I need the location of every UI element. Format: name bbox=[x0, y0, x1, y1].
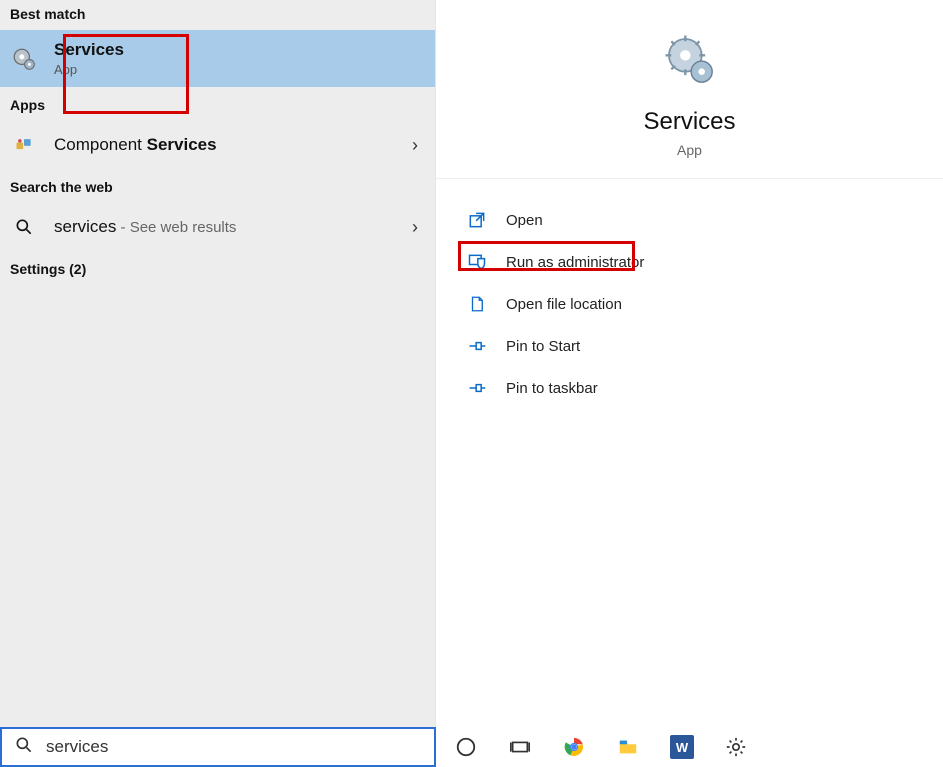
taskbar-chrome-icon[interactable] bbox=[562, 735, 586, 759]
taskbar-explorer-icon[interactable] bbox=[616, 735, 640, 759]
shield-icon bbox=[466, 251, 488, 273]
action-run-as-administrator[interactable]: Run as administrator bbox=[466, 241, 943, 283]
web-term: services bbox=[54, 217, 116, 236]
result-best-match-services[interactable]: Services App bbox=[0, 30, 435, 87]
detail-title: Services bbox=[643, 108, 735, 136]
services-gear-icon bbox=[10, 45, 38, 73]
chevron-right-icon: › bbox=[405, 217, 425, 238]
search-icon bbox=[14, 735, 34, 760]
taskbar-word-icon[interactable]: W bbox=[670, 735, 694, 759]
app-item-bold: Services bbox=[147, 135, 217, 154]
chevron-right-icon: › bbox=[405, 135, 425, 156]
file-location-icon bbox=[466, 293, 488, 315]
search-bar[interactable] bbox=[0, 727, 436, 767]
result-app-component-services[interactable]: Component Services › bbox=[0, 121, 435, 169]
action-open-loc-label: Open file location bbox=[506, 296, 622, 313]
action-open-label: Open bbox=[506, 212, 543, 229]
pin-start-icon bbox=[466, 335, 488, 357]
word-letter: W bbox=[676, 740, 688, 755]
app-item-prefix: Component bbox=[54, 135, 147, 154]
action-pin-taskbar-label: Pin to taskbar bbox=[506, 380, 598, 397]
web-suffix: - See web results bbox=[116, 219, 236, 236]
action-run-admin-label: Run as administrator bbox=[506, 254, 644, 271]
best-match-title: Services bbox=[54, 40, 425, 60]
detail-subtitle: App bbox=[677, 142, 702, 158]
section-header-web: Search the web bbox=[0, 173, 435, 203]
search-input[interactable] bbox=[46, 737, 422, 757]
pin-taskbar-icon bbox=[466, 377, 488, 399]
action-open[interactable]: Open bbox=[466, 199, 943, 241]
services-large-gear-icon bbox=[660, 30, 720, 90]
section-header-best-match: Best match bbox=[0, 0, 435, 30]
taskbar-task-view-icon[interactable] bbox=[508, 735, 532, 759]
taskbar-settings-gear-icon[interactable] bbox=[724, 735, 748, 759]
best-match-subtitle: App bbox=[54, 62, 425, 77]
action-pin-start-label: Pin to Start bbox=[506, 338, 580, 355]
result-web-services[interactable]: services - See web results › bbox=[0, 203, 435, 251]
taskbar: W bbox=[436, 727, 943, 767]
section-header-settings[interactable]: Settings (2) bbox=[0, 255, 435, 285]
open-icon bbox=[466, 209, 488, 231]
taskbar-cortana-icon[interactable] bbox=[454, 735, 478, 759]
action-open-file-location[interactable]: Open file location bbox=[466, 283, 943, 325]
action-pin-to-taskbar[interactable]: Pin to taskbar bbox=[466, 367, 943, 409]
section-header-apps: Apps bbox=[0, 91, 435, 121]
action-pin-to-start[interactable]: Pin to Start bbox=[466, 325, 943, 367]
component-services-icon bbox=[10, 131, 38, 159]
search-icon bbox=[10, 213, 38, 241]
